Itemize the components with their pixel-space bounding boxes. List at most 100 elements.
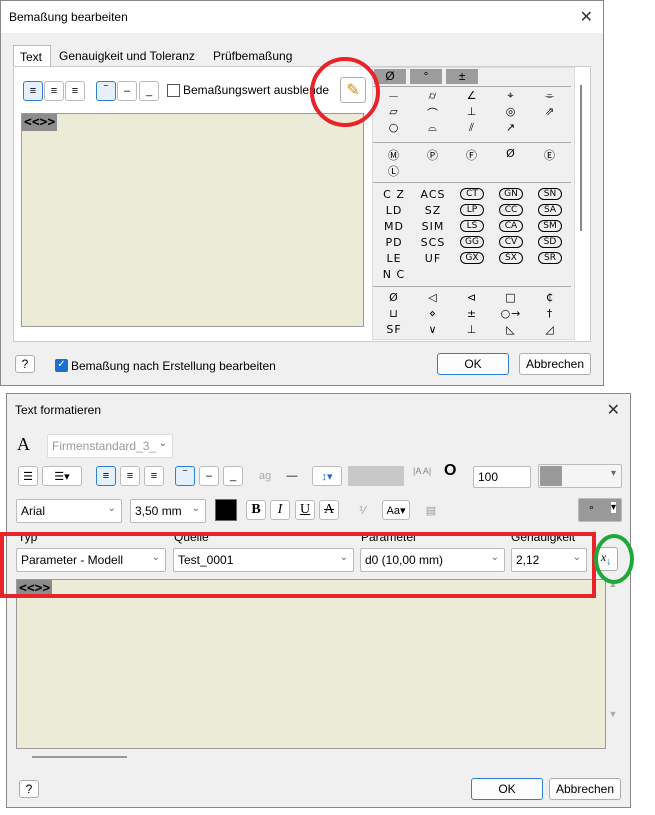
symbol-button[interactable]: SR	[538, 252, 562, 264]
symbol-tab-diameter[interactable]: Ø	[374, 69, 406, 84]
horizontal-scrollbar[interactable]	[32, 756, 127, 758]
text-color-swatch[interactable]	[215, 499, 237, 521]
tab-text[interactable]: Text	[13, 45, 51, 67]
symbol-button[interactable]: GX	[460, 252, 484, 264]
case-button[interactable]: Aa▾	[382, 500, 410, 520]
symbol-button[interactable]: Ø	[374, 291, 414, 304]
align-right-button[interactable]: ≡	[65, 81, 85, 101]
bullet-list-button[interactable]: ☰	[18, 466, 38, 486]
font-select[interactable]: Arial ⌄	[16, 499, 122, 523]
symbol-button[interactable]: SD	[538, 236, 562, 248]
line-spacing-button[interactable]: ↕▾	[312, 466, 342, 486]
tab-precision-tolerance[interactable]: Genauigkeit und Toleranz	[59, 49, 195, 63]
symbol-button[interactable]: CA	[499, 220, 523, 232]
tab-inspection[interactable]: Prüfbemaßung	[213, 49, 292, 63]
symbol-button[interactable]: ○→	[491, 307, 531, 320]
symbol-button[interactable]: SCS	[413, 236, 453, 249]
symbol-button[interactable]: ○	[374, 121, 414, 134]
symbol-button[interactable]: Ⓜ	[374, 147, 414, 163]
symbol-button[interactable]: ◁	[413, 291, 453, 304]
width-factor-input[interactable]: 100	[473, 466, 531, 488]
valign-bottom-button[interactable]: _	[223, 466, 243, 486]
symbol-button[interactable]: ⌒	[413, 105, 453, 121]
symbol-button[interactable]: SZ	[413, 204, 453, 217]
symbol-button[interactable]: ◿	[530, 323, 570, 336]
symbol-button[interactable]: †	[530, 307, 570, 320]
symbol-button[interactable]: ±	[452, 307, 492, 320]
symbol-button[interactable]: N C	[374, 268, 414, 281]
symbol-button[interactable]: ◎	[491, 105, 531, 118]
symbol-tab-degree[interactable]: °	[410, 69, 442, 84]
symbol-button[interactable]: SIM	[413, 220, 453, 233]
symbol-button[interactable]: ↗	[491, 121, 531, 134]
symbol-button[interactable]: ⊥	[452, 105, 492, 118]
symbol-button[interactable]: C Z	[374, 188, 414, 201]
font-size-select[interactable]: 3,50 mm ⌄	[130, 499, 206, 523]
symbol-button[interactable]: ⊔	[374, 307, 414, 320]
symbol-button[interactable]: ⋄	[413, 307, 453, 320]
cancel-button[interactable]: Abbrechen	[549, 778, 621, 800]
align-left-button[interactable]: ≡	[23, 81, 43, 101]
symbol-tab-plusminus[interactable]: ±	[446, 69, 478, 84]
symbol-button[interactable]: ⌖	[491, 89, 531, 103]
symbol-button[interactable]: CV	[499, 236, 523, 248]
symbol-button[interactable]: SF	[374, 323, 414, 336]
symbol-button[interactable]: Ø	[491, 147, 531, 160]
close-icon[interactable]: ✕	[607, 400, 620, 420]
symbol-button[interactable]: GG	[460, 236, 484, 248]
symbol-button[interactable]: LP	[460, 204, 484, 216]
layer-select[interactable]: ▾	[538, 464, 622, 488]
align-right-button[interactable]: ≡	[144, 466, 164, 486]
help-button[interactable]: ?	[15, 355, 35, 373]
symbol-button[interactable]: LD	[374, 204, 414, 217]
symbol-button[interactable]: ∨	[413, 323, 453, 336]
symbol-button[interactable]: UF	[413, 252, 453, 265]
symbol-button[interactable]: ⌭	[413, 89, 453, 103]
format-text-editor[interactable]: <<>>	[16, 579, 606, 749]
symbol-button[interactable]: SN	[538, 188, 562, 200]
symbol-button[interactable]: ⌓	[413, 121, 453, 135]
symbol-button[interactable]: ⏤	[374, 89, 414, 103]
symbol-button[interactable]: SM	[538, 220, 562, 232]
palette-scrollbar[interactable]	[580, 85, 582, 231]
editor-scrollbar[interactable]: ▲ ▼	[606, 579, 620, 749]
symbol-button[interactable]: Ⓛ	[374, 163, 414, 179]
symbol-select[interactable]: ° ▾	[578, 498, 622, 522]
bold-button[interactable]: B	[246, 500, 266, 520]
symbol-button[interactable]: Ⓟ	[413, 147, 453, 163]
text-style-select[interactable]: Firmenstandard_3_ ⌄	[47, 434, 173, 458]
ok-button[interactable]: OK	[437, 353, 509, 375]
symbol-button[interactable]: MD	[374, 220, 414, 233]
symbol-button[interactable]: PD	[374, 236, 414, 249]
underline-button[interactable]: U	[295, 500, 315, 520]
close-icon[interactable]: ✕	[580, 7, 593, 27]
symbol-button[interactable]: ⫽	[452, 121, 492, 135]
valign-top-button[interactable]: ‾	[175, 466, 195, 486]
valign-middle-button[interactable]: –	[199, 466, 219, 486]
symbol-button[interactable]: □	[491, 291, 531, 304]
italic-button[interactable]: I	[270, 500, 290, 520]
strikethrough-button[interactable]: A	[319, 500, 339, 520]
symbol-button[interactable]: LE	[374, 252, 414, 265]
valign-middle-button[interactable]: –	[117, 81, 137, 101]
symbol-button[interactable]: GN	[499, 188, 523, 200]
hide-value-checkbox[interactable]	[167, 84, 180, 97]
symbol-button[interactable]: LS	[460, 220, 484, 232]
valign-bottom-button[interactable]: _	[139, 81, 159, 101]
align-center-button[interactable]: ≡	[120, 466, 140, 486]
symbol-button[interactable]: Ⓕ	[452, 147, 492, 163]
ok-button[interactable]: OK	[471, 778, 543, 800]
valign-top-button[interactable]: ‾	[96, 81, 116, 101]
help-button[interactable]: ?	[19, 780, 39, 798]
symbol-button[interactable]: Ⓔ	[530, 147, 570, 163]
numbered-list-button[interactable]: ☰▾	[42, 466, 82, 486]
symbol-button[interactable]: ∠	[452, 89, 492, 102]
symbol-button[interactable]: ⇗	[530, 105, 570, 118]
symbol-button[interactable]: ⊲	[452, 291, 492, 304]
symbol-button[interactable]: ACS	[413, 188, 453, 201]
symbol-button[interactable]: CT	[460, 188, 484, 200]
symbol-button[interactable]: SA	[538, 204, 562, 216]
symbol-button[interactable]: ⌯	[530, 89, 570, 103]
cancel-button[interactable]: Abbrechen	[519, 353, 591, 375]
symbol-button[interactable]: SX	[499, 252, 523, 264]
